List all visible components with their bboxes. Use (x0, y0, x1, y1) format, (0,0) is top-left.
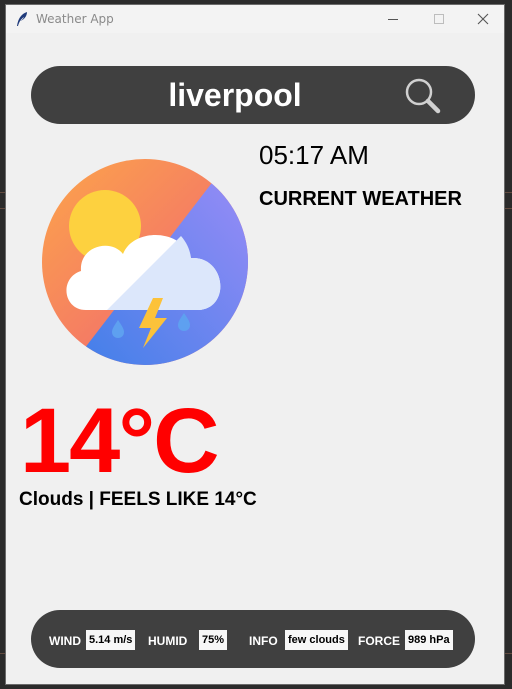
info-label: INFO (249, 634, 278, 648)
force-value: 989 hPa (405, 630, 453, 650)
current-weather-heading: CURRENT WEATHER (259, 188, 462, 210)
window-title: Weather App (36, 12, 114, 26)
humid-value: 75% (199, 630, 228, 650)
local-time: 05:17 AM (259, 140, 369, 170)
feather-icon (17, 12, 27, 26)
minimize-icon (388, 18, 398, 20)
search-icon[interactable] (403, 77, 443, 115)
force-label: FORCE (358, 634, 400, 648)
app-window: Weather App liverpool 05:17 AM CURRENT W… (5, 4, 505, 685)
wind-value: 5.14 m/s (86, 630, 136, 650)
search-bar: liverpool (31, 66, 475, 124)
condition-feels-like: Clouds | FEELS LIKE 14°C (19, 489, 257, 510)
title-bar[interactable]: Weather App (6, 5, 504, 33)
maximize-icon (434, 14, 444, 24)
info-value: few clouds (285, 630, 348, 650)
humid-label: HUMID (148, 634, 188, 648)
wind-label: WIND (49, 634, 81, 648)
temperature: 14°C (20, 390, 220, 492)
search-input[interactable]: liverpool (91, 74, 379, 116)
minimize-button[interactable] (370, 5, 416, 33)
thunderstorm-cloud-icon (42, 159, 248, 365)
maximize-button[interactable] (416, 5, 462, 33)
details-bar: WIND 5.14 m/s HUMID 75% INFO few clouds … (31, 610, 475, 668)
close-icon (477, 13, 489, 25)
close-button[interactable] (460, 5, 506, 33)
